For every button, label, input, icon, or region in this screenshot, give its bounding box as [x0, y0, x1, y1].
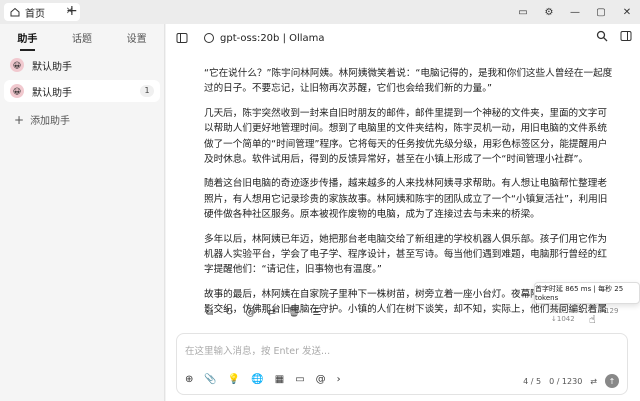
search-icon[interactable]	[596, 30, 608, 42]
assistant-message: “它在说什么？”陈宇问林阿姨。林阿姨微笑着说：“电脑记得的，是我和你们这些人曾经…	[204, 66, 616, 316]
message-input[interactable]: 在这里输入消息，按 Enter 发送...	[185, 343, 330, 357]
composer: 在这里输入消息，按 Enter 发送... ⊕ 📎 💡 🌐 ▦ ▭ @ › 4 …	[176, 333, 628, 395]
regenerate-icon[interactable]: ↻	[225, 307, 233, 318]
char-count-label: 0 / 1230	[549, 376, 583, 386]
minimize-button[interactable]: —	[562, 7, 588, 18]
attachment-icon[interactable]: 📎	[204, 374, 216, 385]
message-paragraph: 随着这台旧电脑的奇迹逐步传播，越来越多的人来找林阿姨寻求帮助。有人想让电脑帮忙整…	[204, 178, 608, 221]
chat-header: gpt-oss:20b | Ollama	[166, 24, 640, 52]
message-actions: ⧉ ↻ @ ⇄ 🗑 ☰	[206, 307, 322, 318]
home-icon	[10, 7, 20, 17]
layout-icon[interactable]	[620, 30, 632, 42]
translate-icon[interactable]: ⇄	[268, 307, 276, 318]
terminal-icon[interactable]: ▭	[295, 374, 304, 385]
assistant-label: 默认助手	[32, 87, 72, 99]
more-tools-icon[interactable]: ›	[337, 374, 341, 385]
hand-cursor-icon: ☝	[589, 313, 596, 326]
mention-model-icon[interactable]: @	[316, 374, 326, 385]
sidebar-tabs: 助手 话题 设置	[0, 24, 164, 51]
copy-icon[interactable]: ⧉	[206, 307, 213, 318]
tab-assistants[interactable]: 助手	[0, 30, 55, 51]
bulb-icon[interactable]: 💡	[228, 374, 240, 385]
new-tab-button[interactable]: +	[66, 3, 78, 19]
assistant-item[interactable]: 😀 默认助手	[4, 54, 160, 76]
message-paragraph: 几天后，陈宇突然收到一封来自旧时朋友的邮件，邮件里提到一个神秘的文件夹，里面的文…	[204, 107, 608, 166]
assistant-avatar: 😀	[10, 84, 24, 98]
close-window-button[interactable]: ✕	[614, 7, 640, 18]
composer-right: 4 / 5 0 / 1230 ⇄ ↑	[523, 374, 619, 388]
window-controls: ▭ ⚙ — ▢ ✕	[510, 0, 640, 24]
mention-icon[interactable]: @	[246, 307, 256, 318]
title-bar: 首页 ✕ + ▭ ⚙ — ▢ ✕	[0, 0, 640, 24]
context-page-label: 4 / 5	[523, 376, 542, 386]
knowledge-icon[interactable]: ▦	[275, 374, 284, 385]
header-actions	[596, 30, 632, 42]
maximize-button[interactable]: ▢	[588, 7, 614, 18]
send-button[interactable]: ↑	[605, 374, 619, 388]
model-name[interactable]: gpt-oss:20b | Ollama	[220, 33, 325, 44]
translate-icon[interactable]: ⇄	[590, 377, 597, 386]
add-assistant-label: 添加助手	[30, 116, 71, 127]
sidebar: 助手 话题 设置 😀 默认助手 😀 默认助手 1 + 添加助手	[0, 24, 165, 401]
chat-main: gpt-oss:20b | Ollama “它在说什么？”陈宇问林阿姨。林阿姨微…	[166, 24, 640, 401]
globe-icon[interactable]: 🌐	[251, 374, 263, 385]
new-topic-icon[interactable]: ⊕	[185, 374, 193, 385]
assistant-avatar: 😀	[10, 58, 24, 72]
panel-icon[interactable]	[176, 32, 188, 44]
gear-icon[interactable]: ⚙	[536, 7, 562, 18]
add-assistant-button[interactable]: + 添加助手	[14, 112, 164, 128]
delete-icon[interactable]: 🗑	[288, 307, 301, 318]
model-logo-icon	[204, 33, 214, 43]
composer-tools: ⊕ 📎 💡 🌐 ▦ ▭ @ ›	[185, 374, 341, 385]
home-tab-label: 首页	[25, 8, 45, 20]
assistant-item-selected[interactable]: 😀 默认助手 1	[4, 80, 160, 102]
assistant-label: 默认助手	[32, 61, 72, 73]
plus-icon: +	[14, 112, 25, 127]
message-paragraph: “它在说什么？”陈宇问林阿姨。林阿姨微笑着说：“电脑记得的，是我和你们这些人曾经…	[204, 68, 613, 95]
tab-topics[interactable]: 话题	[55, 30, 110, 45]
tab-settings[interactable]: 设置	[109, 30, 164, 45]
topic-count-badge: 1	[140, 85, 154, 97]
message-paragraph: 多年以后，林阿姨已年迈，她把那台老电脑交给了新组建的学校机器人俱乐部。孩子们用它…	[204, 233, 607, 276]
more-icon[interactable]: ☰	[313, 307, 322, 318]
latency-tooltip: 首字时延 865 ms | 每秒 25 tokens	[534, 282, 640, 304]
monitor-icon[interactable]: ▭	[510, 7, 536, 18]
